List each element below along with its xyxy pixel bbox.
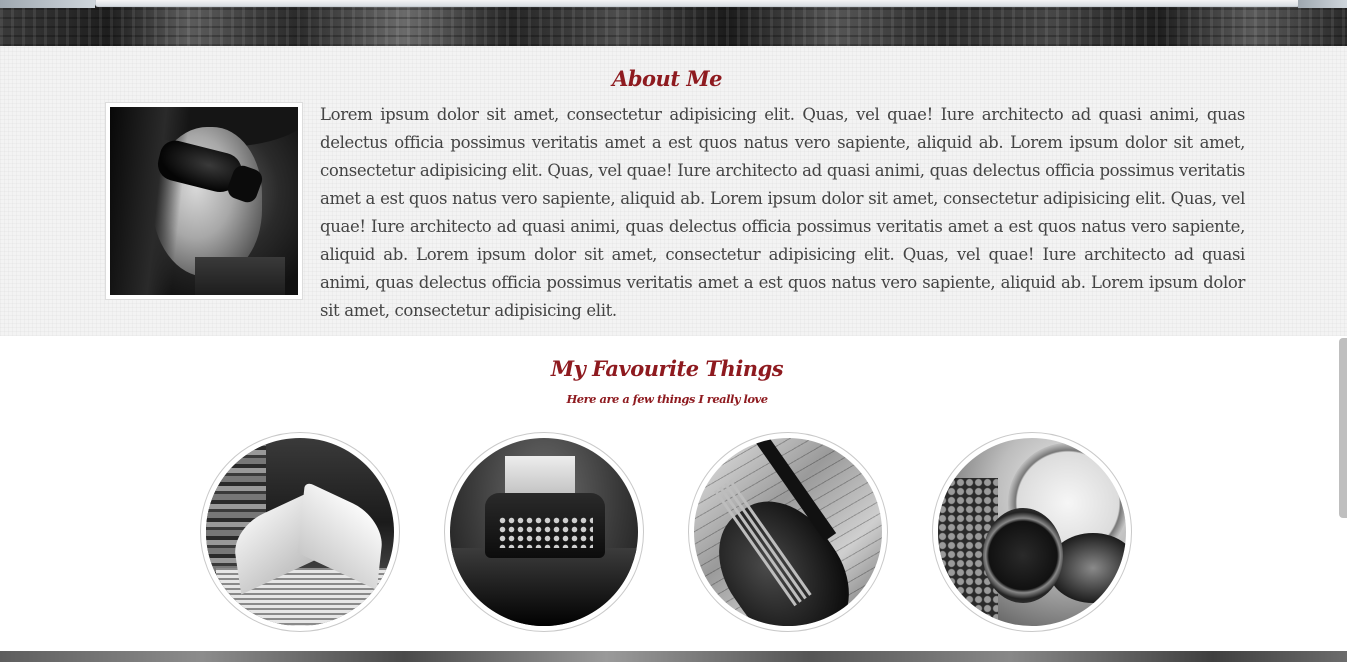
about-section: About Me Lorem ipsum dolor sit amet, con… xyxy=(0,46,1347,336)
pocket-watch-photo xyxy=(938,438,1126,626)
banner-edge-left xyxy=(0,0,95,8)
banner-edge-right xyxy=(1298,0,1347,8)
header-banner-image xyxy=(0,0,1347,46)
profile-photo-frame xyxy=(105,102,303,300)
about-paragraph: Lorem ipsum dolor sit amet, consectetur … xyxy=(320,105,1245,320)
favourite-item-pocket-watch[interactable] xyxy=(932,432,1132,632)
violin-photo xyxy=(694,438,882,626)
favourites-title: My Favourite Things xyxy=(550,356,784,381)
favourite-item-violin[interactable] xyxy=(688,432,888,632)
profile-photo xyxy=(110,107,298,295)
favourite-item-typewriter[interactable] xyxy=(444,432,644,632)
books-photo xyxy=(206,438,394,626)
nav-bar[interactable] xyxy=(95,0,1300,7)
favourites-section: My Favourite Things Here are a few thing… xyxy=(0,336,1347,651)
page-scrollbar-thumb[interactable] xyxy=(1339,338,1347,518)
favourite-item-books[interactable] xyxy=(200,432,400,632)
favourites-subtitle: Here are a few things I really love xyxy=(566,392,768,406)
typewriter-photo xyxy=(450,438,638,626)
footer-banner-image xyxy=(0,651,1347,662)
about-title: About Me xyxy=(612,66,722,91)
